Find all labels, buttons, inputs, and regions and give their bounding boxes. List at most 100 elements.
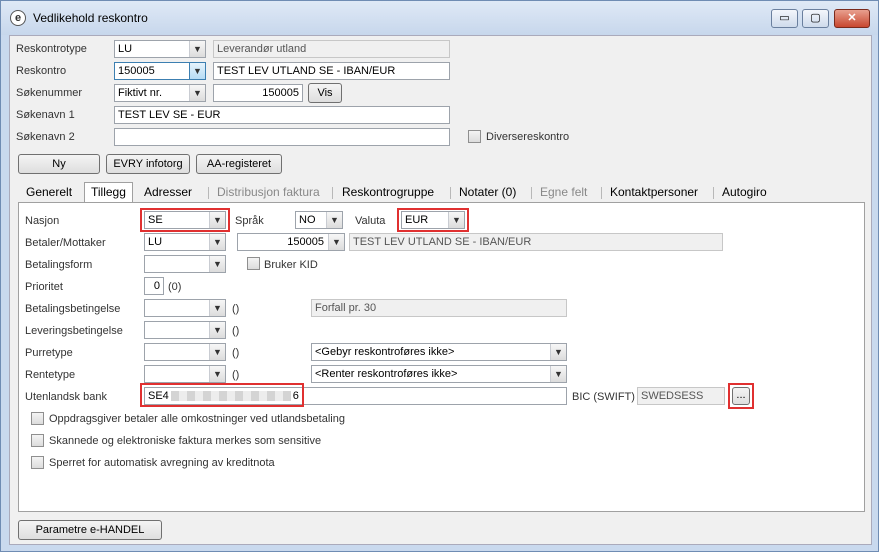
tab-separator: [601, 187, 602, 199]
leveringsbetingelse-select[interactable]: ▼: [144, 321, 226, 339]
betalingsform-select[interactable]: ▼: [144, 255, 226, 273]
chevron-down-icon[interactable]: ▼: [209, 300, 225, 316]
minimize-button[interactable]: ▭: [771, 9, 798, 28]
chevron-down-icon[interactable]: ▼: [550, 344, 566, 360]
purretype-paren: (): [232, 347, 240, 359]
tab-notater[interactable]: Notater (0): [453, 184, 522, 202]
prioritet-field[interactable]: 0: [144, 277, 164, 295]
tab-generelt[interactable]: Generelt: [20, 184, 78, 202]
sensitive-checkbox[interactable]: [31, 434, 44, 447]
betaler-type-select[interactable]: LU ▼: [144, 233, 226, 251]
minimize-icon: ▭: [779, 12, 790, 24]
reskontrotype-label: Reskontrotype: [16, 43, 87, 55]
reskontro-value: 150005: [118, 65, 155, 77]
evry-infotorg-button[interactable]: EVRY infotorg: [106, 154, 190, 174]
maximize-icon: ▢: [810, 12, 821, 24]
bic-label: BIC (SWIFT): [572, 391, 635, 403]
tab-separator: [531, 187, 532, 199]
leveringsbetingelse-paren: (): [232, 325, 240, 337]
diversereskontro-label: Diversereskontro: [486, 131, 570, 143]
chevron-down-icon[interactable]: ▼: [328, 234, 344, 250]
betalingsbetingelse-label: Betalingsbetingelse: [25, 303, 121, 315]
aa-registeret-button[interactable]: AA-registeret: [196, 154, 282, 174]
chevron-down-icon[interactable]: ▼: [550, 366, 566, 382]
betalingsbetingelse-paren: (): [232, 303, 240, 315]
ny-button[interactable]: Ny: [18, 154, 100, 174]
omkostninger-label: Oppdragsgiver betaler alle omkostninger …: [49, 413, 345, 425]
rentetype-renter-value: <Renter reskontroføres ikke>: [315, 368, 458, 380]
parametre-ehandel-button[interactable]: Parametre e-HANDEL: [18, 520, 162, 540]
sprak-label: Språk: [235, 215, 264, 227]
sokenummer-label: Søkenummer: [16, 87, 83, 99]
rentetype-renter-select[interactable]: <Renter reskontroføres ikke> ▼: [311, 365, 567, 383]
betaler-type-value: LU: [148, 236, 163, 248]
close-button[interactable]: ✕: [834, 9, 870, 28]
purretype-select[interactable]: ▼: [144, 343, 226, 361]
leveringsbetingelse-label: Leveringsbetingelse: [25, 325, 123, 337]
rentetype-select[interactable]: ▼: [144, 365, 226, 383]
sokenummer-type-value: Fiktivt nr.: [118, 87, 163, 99]
reskontro-select[interactable]: 150005 ▼: [114, 62, 206, 80]
bruker-kid-label: Bruker KID: [264, 259, 318, 271]
betaler-number-value: 150005: [287, 236, 324, 248]
betalingsbetingelse-description: Forfall pr. 30: [311, 299, 567, 317]
diversereskontro-checkbox[interactable]: [468, 130, 481, 143]
vis-button[interactable]: Vis: [308, 83, 342, 103]
sokenummer-type-select[interactable]: Fiktivt nr. ▼: [114, 84, 206, 102]
tab-separator: [713, 187, 714, 199]
betaler-number-select[interactable]: 150005 ▼: [237, 233, 345, 251]
highlight-box: [140, 208, 230, 232]
utenlandsk-bank-label: Utenlandsk bank: [25, 391, 107, 403]
tab-bar: Generelt Tillegg Adresser Distribusjon f…: [18, 182, 865, 203]
purretype-gebyr-select[interactable]: <Gebyr reskontroføres ikke> ▼: [311, 343, 567, 361]
chevron-down-icon[interactable]: ▼: [209, 256, 225, 272]
chevron-down-icon[interactable]: ▼: [189, 63, 205, 79]
tab-autogiro[interactable]: Autogiro: [716, 184, 773, 202]
tab-egne-felt[interactable]: Egne felt: [534, 184, 593, 202]
bruker-kid-checkbox[interactable]: [247, 257, 260, 270]
highlight-box: [728, 383, 754, 409]
reskontro-name-field[interactable]: TEST LEV UTLAND SE - IBAN/EUR: [213, 62, 450, 80]
tab-separator: [332, 187, 333, 199]
sokenavn2-field[interactable]: [114, 128, 450, 146]
reskontro-label: Reskontro: [16, 65, 67, 77]
omkostninger-checkbox[interactable]: [31, 412, 44, 425]
betalingsbetingelse-select[interactable]: ▼: [144, 299, 226, 317]
sokenavn1-field[interactable]: TEST LEV SE - EUR: [114, 106, 450, 124]
reskontrotype-select[interactable]: LU ▼: [114, 40, 206, 58]
highlight-box: [140, 383, 304, 407]
sprak-select[interactable]: NO ▼: [295, 211, 343, 229]
tillegg-panel: Nasjon SE ▼ Språk NO ▼ Valuta EUR ▼ Betaler…: [18, 202, 865, 512]
rentetype-paren: (): [232, 369, 240, 381]
tab-adresser[interactable]: Adresser: [138, 184, 198, 202]
chevron-down-icon[interactable]: ▼: [209, 344, 225, 360]
sperret-checkbox[interactable]: [31, 456, 44, 469]
maximize-button[interactable]: ▢: [802, 9, 829, 28]
tab-separator: [450, 187, 451, 199]
close-icon: ✕: [847, 12, 857, 24]
chevron-down-icon[interactable]: ▼: [209, 322, 225, 338]
betalingsform-label: Betalingsform: [25, 259, 93, 271]
tab-kontaktpersoner[interactable]: Kontaktpersoner: [604, 184, 704, 202]
title-bar: e Vedlikehold reskontro ▭ ▢ ✕: [1, 1, 878, 35]
sokenavn2-label: Søkenavn 2: [16, 131, 75, 143]
betaler-label: Betaler/Mottaker: [25, 237, 106, 249]
chevron-down-icon[interactable]: ▼: [209, 366, 225, 382]
bic-field: SWEDSESS: [637, 387, 725, 405]
sensitive-label: Skannede og elektroniske faktura merkes …: [49, 435, 322, 447]
window-title: Vedlikehold reskontro: [33, 11, 148, 25]
app-logo-icon: e: [10, 10, 26, 26]
tab-tillegg[interactable]: Tillegg: [84, 182, 133, 203]
sokenavn1-label: Søkenavn 1: [16, 109, 75, 121]
rentetype-label: Rentetype: [25, 369, 76, 381]
tab-distribusjon-faktura[interactable]: Distribusjon faktura: [211, 184, 326, 202]
chevron-down-icon[interactable]: ▼: [209, 234, 225, 250]
sokenummer-field[interactable]: 150005: [213, 84, 303, 102]
chevron-down-icon[interactable]: ▼: [326, 212, 342, 228]
chevron-down-icon[interactable]: ▼: [189, 85, 205, 101]
highlight-box: [397, 208, 469, 232]
sperret-label: Sperret for automatisk avregning av kred…: [49, 457, 275, 469]
tab-reskontrogruppe[interactable]: Reskontrogruppe: [336, 184, 440, 202]
chevron-down-icon[interactable]: ▼: [189, 41, 205, 57]
app-window: e Vedlikehold reskontro ▭ ▢ ✕ Reskontrot…: [0, 0, 879, 552]
